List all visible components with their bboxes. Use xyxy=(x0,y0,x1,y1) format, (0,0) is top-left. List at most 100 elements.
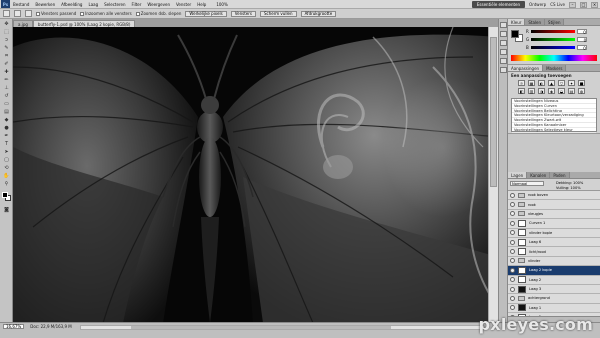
lasso-tool-icon[interactable]: ↄ xyxy=(2,36,11,43)
quick-select-tool-icon[interactable]: ✎ xyxy=(2,44,11,51)
color-spectrum-bar[interactable] xyxy=(511,55,597,61)
tab-adjustments[interactable]: Aanpassingen xyxy=(508,65,544,71)
close-icon[interactable]: × xyxy=(591,1,598,8)
menu-bestand[interactable]: Bestand xyxy=(10,2,32,7)
menu-weergeven[interactable]: Weergeven xyxy=(144,2,173,7)
visibility-eye-icon[interactable] xyxy=(510,277,515,283)
fill-field[interactable]: Vulling: 100% xyxy=(556,186,581,190)
vibrance-icon[interactable]: ▽ xyxy=(558,80,565,86)
cs-live-button[interactable]: CS Live xyxy=(550,2,565,7)
threshold-icon[interactable]: ▤ xyxy=(568,88,575,94)
zoom-percent-field[interactable]: 16,67% xyxy=(3,324,25,329)
minimize-icon[interactable]: – xyxy=(569,1,576,8)
layer-row[interactable]: rook boven xyxy=(508,191,600,201)
zoom-level-dropdown[interactable]: 100% xyxy=(213,2,230,7)
color-fg-swatch[interactable] xyxy=(511,30,519,38)
visibility-eye-icon[interactable] xyxy=(510,211,515,217)
shape-tool-icon[interactable]: ▢ xyxy=(2,156,11,163)
gradient-tool-icon[interactable]: ▤ xyxy=(2,108,11,115)
info-panel-icon[interactable] xyxy=(500,40,507,46)
crop-tool-icon[interactable]: ⌗ xyxy=(2,52,11,59)
tab-layers[interactable]: Lagen xyxy=(508,172,528,178)
layer-row[interactable]: licht/rood xyxy=(508,247,600,257)
zoom-all-windows-checkbox[interactable]: Inzoomen alle vensters xyxy=(80,11,132,16)
hue-saturation-icon[interactable]: ✦ xyxy=(568,80,575,86)
pen-tool-icon[interactable]: ✒ xyxy=(2,132,11,139)
black-white-icon[interactable]: ◧ xyxy=(518,88,525,94)
scrubby-zoom-checkbox[interactable]: Zoomen dsb. slepen xyxy=(135,11,181,16)
workspace-design-button[interactable]: Ontwerp xyxy=(529,2,546,7)
menu-help[interactable]: Help xyxy=(194,2,209,7)
actions-panel-icon[interactable] xyxy=(500,67,507,73)
visibility-eye-icon[interactable] xyxy=(510,295,515,301)
menu-venster[interactable]: Venster xyxy=(173,2,194,7)
opacity-field[interactable]: Dekking: 100% xyxy=(556,181,583,185)
doc-tab-2[interactable]: butterfly-1.psd @ 100% (Laag 2 kopie, RG… xyxy=(32,20,136,27)
slider-g-value[interactable]: 0 xyxy=(577,37,588,43)
3d-rotate-tool-icon[interactable]: ⟲ xyxy=(2,164,11,171)
layer-row[interactable]: Laag 3 xyxy=(508,284,600,295)
tab-channels[interactable]: Kanalen xyxy=(527,172,551,178)
menu-filter[interactable]: Filter xyxy=(129,2,145,7)
slider-r-value[interactable]: 0 xyxy=(576,29,587,35)
slider-b-value[interactable]: 0 xyxy=(576,45,587,51)
foreground-color-swatch[interactable] xyxy=(2,192,8,198)
menu-bewerken[interactable]: Bewerken xyxy=(32,2,58,7)
menu-laag[interactable]: Laag xyxy=(85,2,101,7)
selective-color-icon[interactable]: ◍ xyxy=(578,88,585,94)
hand-tool-icon[interactable]: ✋ xyxy=(2,172,11,179)
menu-selecteren[interactable]: Selecteren xyxy=(101,2,128,7)
blend-mode-select[interactable]: Normaal xyxy=(510,181,544,186)
visibility-eye-icon[interactable] xyxy=(510,220,515,226)
blur-tool-icon[interactable]: ◆ xyxy=(2,116,11,123)
visibility-eye-icon[interactable] xyxy=(510,249,515,255)
document-canvas[interactable] xyxy=(13,27,498,323)
brush-panel-icon[interactable] xyxy=(500,49,507,55)
fit-screen-button[interactable]: Vensters xyxy=(230,10,256,17)
eraser-tool-icon[interactable]: ▭ xyxy=(2,100,11,107)
zoom-out-icon[interactable] xyxy=(25,10,32,17)
color-balance-icon[interactable]: ■ xyxy=(578,80,585,86)
layer-row[interactable]: Laag 2 xyxy=(508,275,600,285)
slider-r-track[interactable] xyxy=(530,30,575,33)
visibility-eye-icon[interactable] xyxy=(510,267,515,273)
tab-paths[interactable]: Paden xyxy=(550,172,570,178)
healing-tool-icon[interactable]: ✚ xyxy=(2,68,11,75)
type-tool-icon[interactable]: T xyxy=(2,140,11,147)
tab-swatches[interactable]: Stalen xyxy=(525,19,546,25)
visibility-eye-icon[interactable] xyxy=(510,202,515,208)
slider-g-track[interactable] xyxy=(531,38,576,41)
zoom-tool-preset-icon[interactable] xyxy=(3,10,10,17)
brush-tool-icon[interactable]: ✏ xyxy=(2,76,11,83)
tab-color[interactable]: Kleur xyxy=(508,19,526,25)
layer-row[interactable]: vlinder xyxy=(508,256,600,267)
fill-screen-button[interactable]: Scherm vullen xyxy=(259,10,297,17)
invert-icon[interactable]: ◈ xyxy=(548,88,555,94)
history-brush-tool-icon[interactable]: ↺ xyxy=(2,92,11,99)
exposure-icon[interactable]: ▲ xyxy=(548,80,555,86)
maximize-icon[interactable]: □ xyxy=(580,1,587,8)
move-tool-icon[interactable]: ✥ xyxy=(2,20,11,27)
layer-row[interactable]: Curven 1 xyxy=(508,219,600,229)
visibility-eye-icon[interactable] xyxy=(510,286,515,292)
actual-pixels-button[interactable]: Werkelijke pixels xyxy=(185,10,227,17)
visibility-eye-icon[interactable] xyxy=(510,258,515,264)
visibility-eye-icon[interactable] xyxy=(510,230,515,236)
canvas-horizontal-scrollbar[interactable] xyxy=(80,325,485,330)
dodge-tool-icon[interactable]: ● xyxy=(2,124,11,131)
quick-mask-icon[interactable]: ◙ xyxy=(2,206,11,213)
color-swatches[interactable] xyxy=(0,191,13,205)
layer-row[interactable]: Laag 6 xyxy=(508,237,600,248)
marquee-tool-icon[interactable]: ⬚ xyxy=(2,28,11,35)
layer-row[interactable]: vlinder kopie xyxy=(508,228,600,238)
zoom-tool-icon[interactable]: ⚲ xyxy=(2,180,11,187)
slider-b-track[interactable] xyxy=(530,46,575,49)
zoom-in-icon[interactable] xyxy=(14,10,21,17)
layer-row[interactable]: rook xyxy=(508,200,600,210)
eyedropper-tool-icon[interactable]: ✐ xyxy=(2,60,11,67)
preset-item[interactable]: Voorinstellingen Selectieve kleur xyxy=(512,128,596,133)
doc-tab-1[interactable]: a.jpg xyxy=(13,20,33,27)
history-panel-icon[interactable] xyxy=(500,22,507,28)
clone-source-panel-icon[interactable] xyxy=(500,58,507,64)
resize-windows-checkbox[interactable]: Vensters passend xyxy=(36,11,76,16)
